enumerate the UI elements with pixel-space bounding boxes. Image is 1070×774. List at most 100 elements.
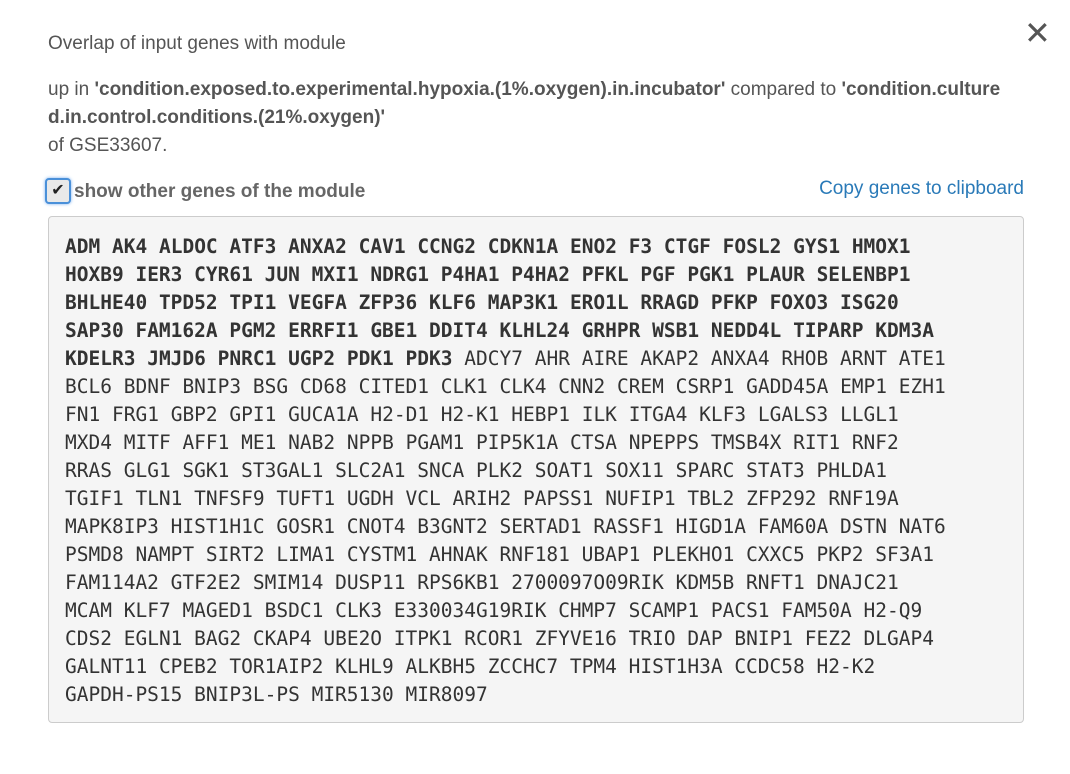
condition-a: 'condition.exposed.to.experimental.hypox…	[94, 79, 726, 100]
gene-module: PKP2	[816, 543, 864, 566]
gene-overlap: ALDOC	[158, 235, 218, 258]
gene-line: MCAM KLF7 MAGED1 BSDC1 CLK3 E330034G19RI…	[65, 597, 1007, 625]
gene-overlap: MAP3K1	[487, 291, 559, 314]
gene-overlap: TIPARP	[793, 319, 864, 342]
gene-module: FAM50A	[781, 599, 852, 622]
gene-module: SGK1	[182, 459, 230, 482]
gene-overlap: KDELR3	[65, 347, 136, 370]
show-other-genes-checkbox[interactable]: ✔	[45, 178, 71, 204]
gene-module: SIRT2	[205, 543, 265, 566]
gene-module: H2-K2	[816, 655, 876, 678]
comparison-description: up in 'condition.exposed.to.experimental…	[48, 76, 1008, 160]
show-other-genes-label[interactable]: show other genes of the module	[74, 181, 365, 203]
gene-module: CD68	[299, 375, 347, 398]
gene-overlap: FOXO3	[769, 291, 829, 314]
gene-overlap: CYR61	[194, 263, 253, 286]
gene-module: PAPSS1	[522, 487, 594, 510]
gene-module: TLN1	[135, 487, 183, 510]
gene-module: RIT1	[793, 431, 841, 454]
gene-module: H2-Q9	[863, 599, 923, 622]
gene-module: SLC2A1	[335, 459, 406, 482]
gene-module: CREM	[616, 375, 664, 398]
gene-module: NPEPPS	[628, 431, 700, 454]
gene-module: RRAS	[65, 459, 112, 482]
gene-line: MAPK8IP3 HIST1H1C GOSR1 CNOT4 B3GNT2 SER…	[65, 513, 1007, 541]
gene-overlap: P4HA1	[440, 263, 500, 286]
gene-module: EZH1	[898, 375, 946, 398]
gene-module: ARIH2	[452, 487, 512, 510]
gene-module: PLEKHO1	[652, 543, 735, 566]
gene-module: KLHL9	[335, 655, 394, 678]
gene-module: ZFYVE16	[534, 627, 617, 650]
gene-line: GALNT11 CPEB2 TOR1AIP2 KLHL9 ALKBH5 ZCCH…	[65, 653, 1007, 681]
gene-overlap: PFKL	[581, 263, 629, 286]
gene-overlap: KDM3A	[875, 319, 934, 342]
gene-overlap: JUN	[264, 263, 300, 286]
gene-overlap: PGM2	[229, 319, 277, 342]
gene-module: HIGD1A	[675, 515, 747, 538]
gene-module: BSDC1	[264, 599, 324, 622]
gene-module: NUFIP1	[605, 487, 676, 510]
gene-module: SOAT1	[534, 459, 594, 482]
gene-module: PHLDA1	[816, 459, 887, 482]
gene-overlap: PGK1	[687, 263, 735, 286]
gene-module: MAPK8IP3	[65, 515, 159, 538]
dialog-title: Overlap of input genes with module	[48, 33, 346, 54]
gene-module: GOSR1	[276, 515, 336, 538]
gene-module: PSMD8	[65, 543, 124, 566]
gene-module: MXD4	[65, 431, 112, 454]
copy-genes-link[interactable]: Copy genes to clipboard	[819, 178, 1024, 200]
gene-line: BHLHE40 TPD52 TPI1 VEGFA ZFP36 KLF6 MAP3…	[65, 289, 1007, 317]
gene-module: BCL6	[65, 375, 112, 398]
gene-module: ITPK1	[393, 627, 453, 650]
gene-module: SPARC	[675, 459, 735, 482]
gene-overlap: AK4	[111, 235, 148, 258]
gene-module: BNIP3	[182, 375, 242, 398]
gene-module: PIP5K1A	[476, 431, 559, 454]
gene-module: ITGA4	[628, 403, 688, 426]
gene-module: EGLN1	[123, 627, 183, 650]
gene-module: NAT6	[898, 515, 946, 538]
gene-overlap: FAM162A	[135, 319, 218, 342]
gene-module: TNFSF9	[194, 487, 265, 510]
gene-module: UGDH	[346, 487, 394, 510]
gene-overlap: ERO1L	[569, 291, 629, 314]
gene-line: HOXB9 IER3 CYR61 JUN MXI1 NDRG1 P4HA1 P4…	[65, 261, 1007, 289]
gene-module: EMP1	[840, 375, 888, 398]
gene-module: NAB2	[288, 431, 336, 454]
gene-line: ADM AK4 ALDOC ATF3 ANXA2 CAV1 CCNG2 CDKN…	[65, 233, 1007, 261]
gene-module: RNF19A	[828, 487, 899, 510]
desc-mid: compared to	[725, 79, 842, 100]
gene-module: SCAMP1	[628, 599, 700, 622]
gene-module: GPI1	[229, 403, 277, 426]
gene-module: RPS6KB1	[417, 571, 500, 594]
gene-module: AIRE	[581, 347, 629, 370]
dataset-label: of GSE33607.	[48, 135, 168, 156]
gene-module: TGIF1	[65, 487, 124, 510]
gene-module: ALKBH5	[405, 655, 476, 678]
gene-module: LGALS3	[757, 403, 829, 426]
gene-overlap: TPI1	[229, 291, 277, 314]
gene-overlap: GBE1	[370, 319, 418, 342]
gene-module: CHMP7	[558, 599, 617, 622]
gene-module: TRIO	[628, 627, 676, 650]
gene-overlap: IER3	[135, 263, 183, 286]
gene-module: ARNT	[840, 347, 888, 370]
gene-module: LIMA1	[276, 543, 336, 566]
gene-module: MCAM	[65, 599, 112, 622]
gene-module: CCDC58	[734, 655, 805, 678]
gene-overlap: PFKP	[710, 291, 758, 314]
gene-module: GBP2	[170, 403, 218, 426]
gene-module: AHR	[534, 347, 570, 370]
gene-module: KDM5B	[675, 571, 735, 594]
gene-overlap: CAV1	[358, 235, 406, 258]
gene-module: ZCCHC7	[487, 655, 559, 678]
gene-module: ANXA4	[710, 347, 770, 370]
gene-overlap: UGP2	[288, 347, 336, 370]
close-icon[interactable]: ✕	[1024, 17, 1051, 49]
gene-module: ST3GAL1	[241, 459, 324, 482]
gene-overlap: GRHPR	[581, 319, 641, 342]
gene-line: SAP30 FAM162A PGM2 ERRFI1 GBE1 DDIT4 KLH…	[65, 317, 1007, 345]
gene-overlap: HOXB9	[65, 263, 124, 286]
gene-module: TBL2	[687, 487, 735, 510]
